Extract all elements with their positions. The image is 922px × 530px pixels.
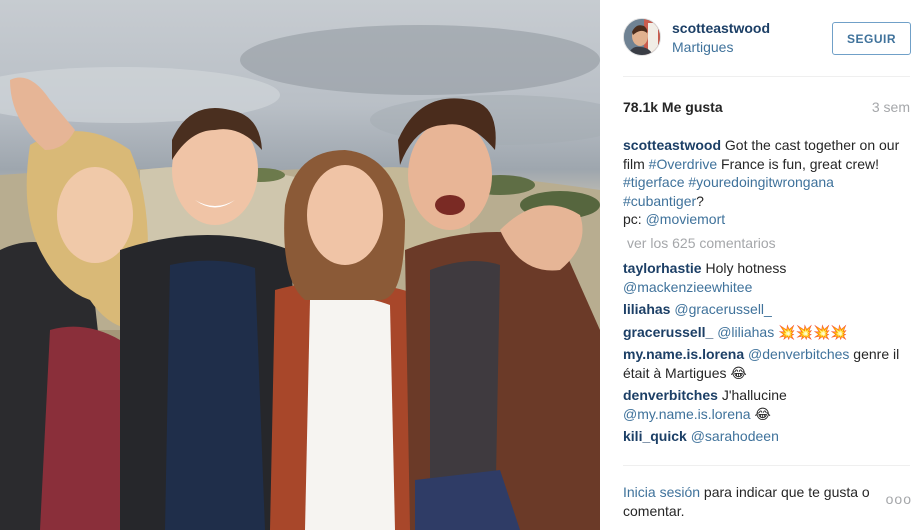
- comments-list: scotteastwood Got the cast together on o…: [623, 136, 908, 450]
- comment: denverbitches J'hallucine @my.name.is.lo…: [623, 386, 908, 423]
- post-side-panel: scotteastwood Martigues SEGUIR 78.1k Me …: [600, 0, 922, 530]
- login-link[interactable]: Inicia sesión: [623, 484, 700, 500]
- more-options-icon[interactable]: ooo: [886, 491, 912, 507]
- caption-text: ?: [696, 192, 704, 209]
- hashtag-link[interactable]: #youredoingitwrongana: [688, 174, 834, 190]
- mention-link[interactable]: @denverbitches: [748, 346, 849, 362]
- avatar-icon: [624, 19, 660, 55]
- hashtag-link[interactable]: #tigerface: [623, 174, 684, 190]
- post-photo[interactable]: [0, 0, 600, 530]
- hashtag-link[interactable]: #cubantiger: [623, 193, 696, 209]
- post-location[interactable]: Martigues: [672, 39, 733, 55]
- profile-avatar[interactable]: [623, 18, 661, 56]
- comment-text: 😂: [750, 405, 771, 422]
- mention-link[interactable]: @gracerussell_: [674, 301, 771, 317]
- mention-link[interactable]: @sarahodeen: [691, 428, 779, 444]
- follow-button[interactable]: SEGUIR: [832, 22, 911, 55]
- mention-link[interactable]: @mackenzieewhitee: [623, 279, 752, 295]
- view-all-comments-link[interactable]: ver los 625 comentarios: [627, 234, 908, 253]
- comment: gracerussell_ @liliahas 💥💥💥💥: [623, 323, 908, 342]
- likes-count[interactable]: 78.1k Me gusta: [623, 99, 723, 115]
- comment: liliahas @gracerussell_: [623, 300, 908, 319]
- header-divider: [623, 76, 910, 77]
- comment-username[interactable]: liliahas: [623, 301, 670, 317]
- login-prompt: Inicia sesión para indicar que te gusta …: [623, 483, 881, 521]
- post-time[interactable]: 3 sem: [872, 99, 910, 115]
- comment: taylorhastie Holy hotness @mackenzieewhi…: [623, 259, 908, 296]
- photo-illustration: [0, 25, 600, 530]
- comment: kili_quick @sarahodeen: [623, 427, 908, 446]
- comment-text: J'hallucine: [721, 387, 787, 403]
- mention-link[interactable]: @moviemort: [646, 211, 726, 227]
- post-footer: Inicia sesión para indicar que te gusta …: [600, 465, 922, 530]
- caption-text: pc:: [623, 211, 646, 227]
- comment-text: 💥💥💥💥: [774, 323, 848, 340]
- comment-username[interactable]: scotteastwood: [623, 137, 721, 153]
- comment-username[interactable]: my.name.is.lorena: [623, 346, 744, 362]
- mention-link[interactable]: @my.name.is.lorena: [623, 406, 751, 422]
- comment-username[interactable]: denverbitches: [623, 387, 718, 403]
- comment-username[interactable]: kili_quick: [623, 428, 687, 444]
- comment-username[interactable]: taylorhastie: [623, 260, 702, 276]
- post-caption: scotteastwood Got the cast together on o…: [623, 136, 908, 229]
- caption-text: France is fun, great crew!: [717, 155, 879, 172]
- hashtag-link[interactable]: #Overdrive: [649, 156, 717, 172]
- comment-text: Holy hotness: [705, 260, 787, 276]
- comment-username[interactable]: gracerussell_: [623, 324, 713, 340]
- post-username[interactable]: scotteastwood: [672, 20, 770, 36]
- comment: my.name.is.lorena @denverbitches genre i…: [623, 345, 908, 382]
- mention-link[interactable]: @liliahas: [717, 324, 774, 340]
- post-header: scotteastwood Martigues SEGUIR: [600, 0, 922, 76]
